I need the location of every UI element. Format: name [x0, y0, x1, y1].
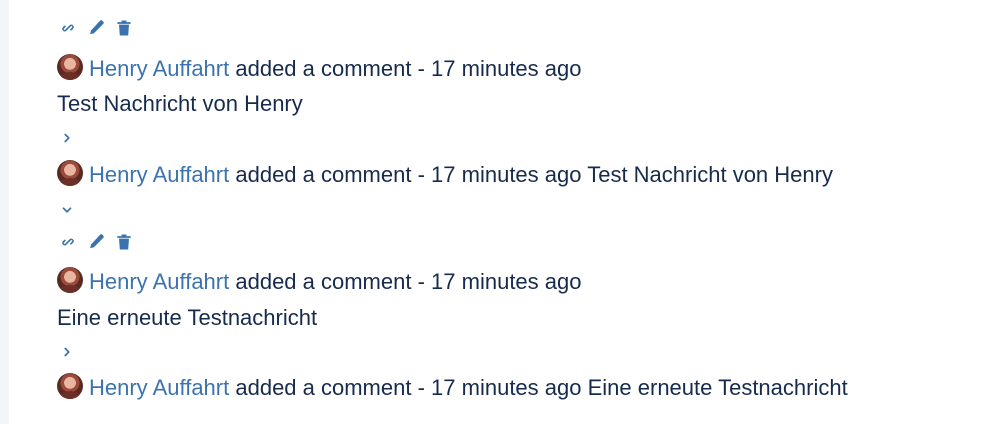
- chevron-down-icon[interactable]: [57, 200, 77, 220]
- trash-icon[interactable]: [113, 231, 135, 253]
- comment-actions: [57, 230, 135, 254]
- avatar[interactable]: [57, 54, 83, 80]
- link-icon[interactable]: [57, 231, 79, 253]
- separator: -: [417, 162, 425, 187]
- comment-body: Eine erneute Testnachricht: [57, 305, 318, 330]
- avatar[interactable]: [57, 373, 83, 399]
- avatar[interactable]: [57, 160, 83, 186]
- comment-expand-toggle[interactable]: [57, 124, 77, 152]
- comment-action-text: added a comment: [235, 162, 412, 187]
- collapsed-comment-summary: Henry Auffahrt added a comment - 17 minu…: [57, 373, 848, 402]
- collapsed-comment-summary: Henry Auffahrt added a comment - 17 minu…: [57, 160, 833, 189]
- comment-header: Henry Auffahrt added a comment - 17 minu…: [57, 267, 581, 296]
- comment-header: Henry Auffahrt added a comment - 17 minu…: [57, 54, 581, 83]
- comment-author-link[interactable]: Henry Auffahrt: [89, 162, 229, 187]
- comment-time: 17 minutes ago: [431, 375, 582, 400]
- comment-action-text: added a comment: [235, 269, 412, 294]
- comment-author-link[interactable]: Henry Auffahrt: [89, 56, 229, 81]
- comment-author-link[interactable]: Henry Auffahrt: [89, 375, 229, 400]
- separator: -: [417, 375, 425, 400]
- left-rail: [0, 0, 9, 424]
- comment-expand-toggle[interactable]: [57, 338, 77, 366]
- comment-time: 17 minutes ago: [431, 269, 582, 294]
- comment-summary-text: Eine erneute Testnachricht: [587, 375, 848, 400]
- trash-icon[interactable]: [113, 17, 135, 39]
- chevron-right-icon[interactable]: [57, 342, 77, 362]
- comment-body: Test Nachricht von Henry: [57, 91, 303, 116]
- separator: -: [417, 56, 425, 81]
- chevron-right-icon[interactable]: [57, 128, 77, 148]
- comment-actions: [57, 16, 135, 40]
- separator: -: [417, 269, 425, 294]
- comment-time: 17 minutes ago: [431, 56, 582, 81]
- pencil-icon[interactable]: [85, 17, 107, 39]
- comment-collapse-toggle[interactable]: [57, 196, 77, 224]
- avatar[interactable]: [57, 267, 83, 293]
- comment-summary-text: Test Nachricht von Henry: [587, 162, 833, 187]
- comment-action-text: added a comment: [235, 375, 412, 400]
- pencil-icon[interactable]: [85, 231, 107, 253]
- link-icon[interactable]: [57, 17, 79, 39]
- comment-action-text: added a comment: [235, 56, 412, 81]
- comment-time: 17 minutes ago: [431, 162, 582, 187]
- comment-author-link[interactable]: Henry Auffahrt: [89, 269, 229, 294]
